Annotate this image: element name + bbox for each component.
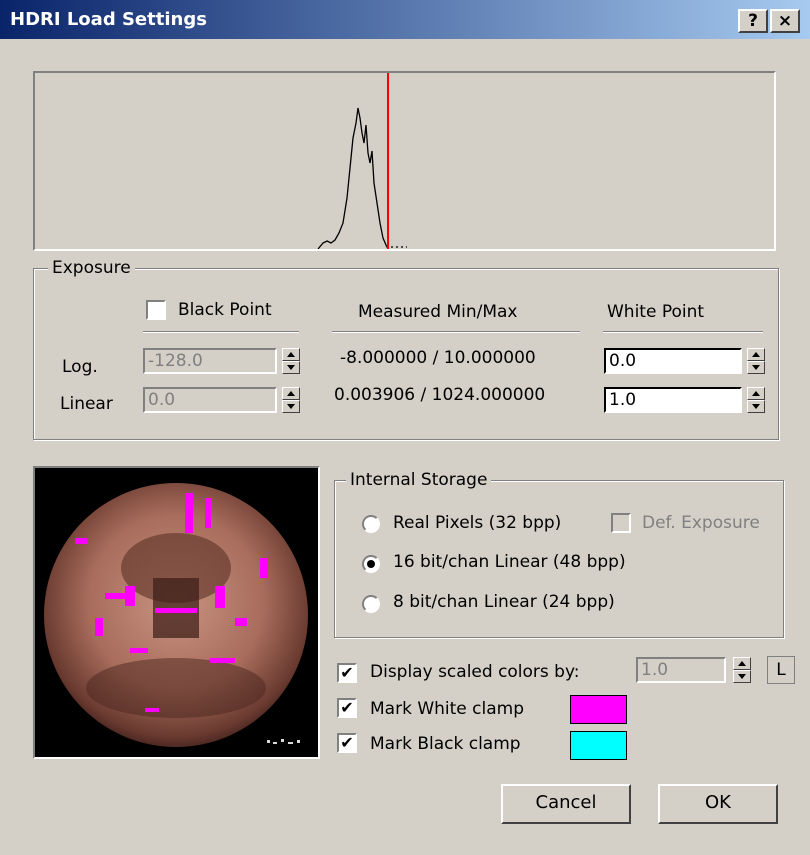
ok-button[interactable]: OK — [658, 784, 778, 824]
internal-storage-legend: Internal Storage — [346, 470, 492, 490]
storage-radio-real-pixels[interactable] — [362, 515, 380, 533]
hdri-preview-picture — [44, 483, 308, 747]
black-point-label: Black Point — [178, 300, 272, 320]
storage-label-real-pixels: Real Pixels (32 bpp) — [393, 513, 562, 533]
storage-radio-16bit[interactable] — [362, 555, 380, 573]
storage-label-8bit: 8 bit/chan Linear (24 bpp) — [393, 592, 615, 612]
storage-label-16bit: 16 bit/chan Linear (48 bpp) — [393, 552, 626, 572]
white-log-field[interactable]: 0.0 — [604, 348, 742, 374]
white-linear-spinner[interactable] — [747, 387, 765, 413]
display-scale-spinner[interactable] — [733, 657, 751, 683]
measured-log-value: -8.000000 / 10.000000 — [340, 348, 536, 368]
mark-black-clamp-label: Mark Black clamp — [370, 734, 521, 754]
linear-label: Linear — [60, 394, 113, 414]
title-bar: HDRI Load Settings ? × — [0, 0, 810, 39]
white-point-separator — [603, 331, 763, 333]
window-title: HDRI Load Settings — [10, 9, 207, 30]
log-label: Log. — [62, 357, 98, 377]
black-log-spinner[interactable] — [282, 348, 300, 374]
measured-linear-value: 0.003906 / 1024.000000 — [334, 385, 546, 405]
def-exposure-label: Def. Exposure — [642, 513, 760, 533]
measured-separator — [332, 331, 580, 333]
white-log-spinner[interactable] — [747, 348, 765, 374]
white-linear-field[interactable]: 1.0 — [604, 387, 742, 413]
measured-header: Measured Min/Max — [358, 302, 518, 322]
storage-radio-8bit[interactable] — [362, 595, 380, 613]
white-clamp-color-swatch[interactable] — [570, 695, 627, 724]
black-point-checkbox[interactable] — [146, 300, 166, 320]
display-scaled-label: Display scaled colors by: — [370, 662, 580, 682]
exposure-legend: Exposure — [48, 258, 135, 278]
mark-white-clamp-label: Mark White clamp — [370, 699, 524, 719]
display-scale-field[interactable]: 1.0 — [636, 657, 726, 683]
black-clamp-color-swatch[interactable] — [570, 731, 627, 760]
help-button[interactable]: ? — [738, 9, 768, 33]
histogram-graph — [317, 73, 407, 249]
black-point-separator — [143, 331, 299, 333]
black-linear-spinner[interactable] — [282, 387, 300, 413]
hdri-preview-image — [33, 466, 320, 759]
mark-white-clamp-checkbox[interactable]: ✔ — [337, 698, 357, 718]
mark-black-clamp-checkbox[interactable]: ✔ — [337, 733, 357, 753]
white-point-header: White Point — [607, 302, 705, 322]
def-exposure-checkbox[interactable] — [611, 513, 631, 533]
histogram-panel — [33, 71, 776, 251]
cancel-button[interactable]: Cancel — [501, 784, 631, 824]
l-button[interactable]: L — [767, 656, 795, 684]
close-button[interactable]: × — [770, 9, 800, 33]
black-log-field[interactable]: -128.0 — [143, 348, 277, 374]
histogram-curve — [317, 107, 389, 249]
display-scaled-checkbox[interactable]: ✔ — [337, 663, 357, 683]
black-linear-field[interactable]: 0.0 — [143, 387, 277, 413]
